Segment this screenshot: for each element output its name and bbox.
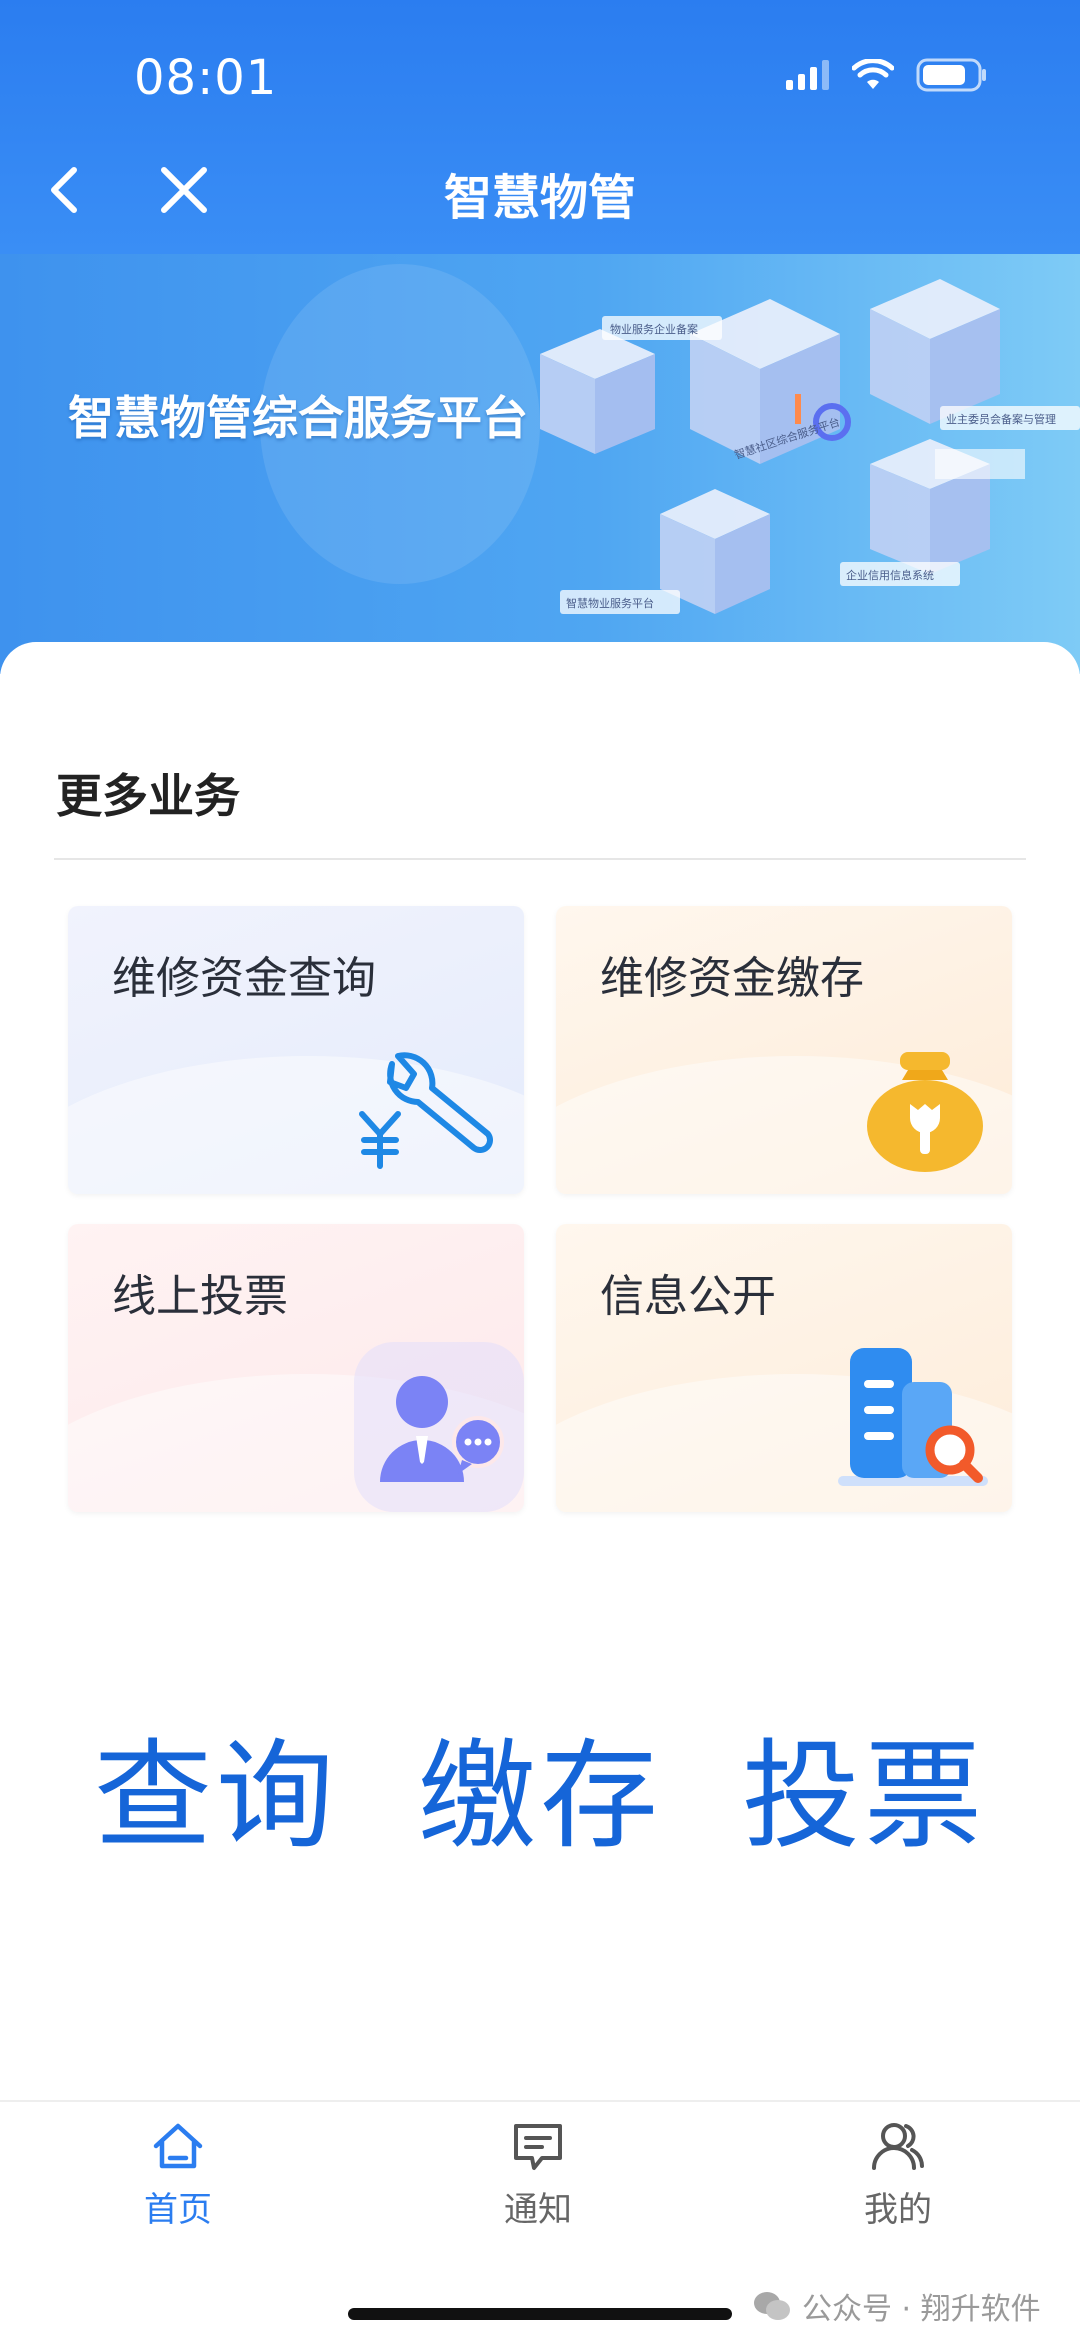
card-label: 线上投票: [112, 1271, 288, 1322]
tab-notice[interactable]: 通知: [438, 2120, 638, 2231]
card-label: 维修资金查询: [112, 953, 376, 1004]
highlight-word: 缴存: [417, 1727, 662, 1865]
banner-art-label: 物业服务企业备案: [610, 322, 698, 336]
card-label: 信息公开: [600, 1271, 776, 1322]
section-title: 更多业务: [56, 769, 240, 823]
tab-label: 我的: [864, 2190, 932, 2230]
banner-art-label: 智慧物业服务平台: [566, 596, 654, 610]
watermark: 公众号 · 翔升软件: [752, 2284, 1041, 2328]
building-search-icon: [838, 1348, 988, 1486]
home-icon: [153, 2123, 203, 2169]
banner-illustration: 物业服务企业备案 业主委员会备案与管理 智慧社区综合服务平台 企业信用信息系统 …: [540, 279, 1080, 614]
card-info-disclosure[interactable]: 信息公开: [556, 1224, 1012, 1512]
highlight-word: 投票: [742, 1727, 987, 1865]
app-header: 08:01 智慧物管: [0, 0, 1080, 254]
money-bag-icon: [867, 1052, 983, 1172]
banner[interactable]: 智慧物管综合服务平台 物业服务企业备案 业主委员会备案与管理 智慧社区综合服务平…: [0, 254, 1080, 674]
tab-bar: 首页 通知 我的: [0, 2100, 1080, 2242]
person-chat-icon: [354, 1342, 524, 1512]
tab-mine[interactable]: 我的: [798, 2120, 998, 2231]
battery-icon: [916, 58, 986, 92]
card-online-vote[interactable]: 线上投票: [68, 1224, 524, 1512]
highlight-words: 查询 缴存 投票: [0, 1700, 1080, 1871]
wechat-icon: [754, 2292, 790, 2320]
status-time: 08:01: [134, 50, 278, 106]
tab-home[interactable]: 首页: [78, 2120, 278, 2231]
tab-label: 首页: [144, 2190, 212, 2230]
home-indicator[interactable]: [348, 2308, 732, 2320]
divider: [54, 858, 1026, 860]
wrench-yen-icon: [359, 1052, 493, 1169]
highlight-word: 查询: [93, 1727, 338, 1865]
banner-title: 智慧物管综合服务平台: [68, 391, 528, 445]
status-icons: [786, 58, 988, 92]
banner-art-label: 业主委员会备案与管理: [946, 412, 1056, 426]
page-title: 智慧物管: [443, 170, 636, 226]
banner-art-label: 企业信用信息系统: [846, 568, 934, 582]
card-label: 维修资金缴存: [600, 953, 864, 1004]
tab-label: 通知: [504, 2190, 572, 2230]
card-fund-deposit[interactable]: 维修资金缴存: [556, 906, 1012, 1194]
message-icon: [514, 2124, 562, 2170]
signal-icon: [786, 60, 829, 90]
profile-icon: [872, 2123, 924, 2170]
watermark-text: 公众号 · 翔升软件: [802, 2292, 1041, 2327]
wifi-icon: [852, 59, 894, 89]
card-fund-query[interactable]: 维修资金查询: [68, 906, 524, 1194]
